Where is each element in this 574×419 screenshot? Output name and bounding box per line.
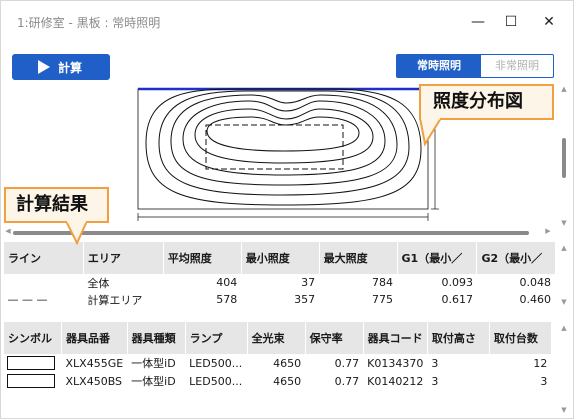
close-button[interactable]: ✕: [534, 9, 564, 35]
col-fixture-code[interactable]: 器具コード: [362, 322, 428, 354]
run-calculation-label: 計算: [58, 61, 83, 75]
fixture-code: K0140212: [367, 374, 424, 388]
scroll-down-icon[interactable]: ▼: [559, 406, 569, 414]
lamp-type: LED500...: [189, 374, 243, 388]
table-row[interactable]: XLX455GE 一体型iD LED500... 4650 0.77 K0134…: [4, 354, 552, 372]
minimize-button[interactable]: —: [463, 9, 493, 35]
lighting-mode-toggle: 常時照明 非常照明: [396, 54, 554, 78]
line-style: — — —: [7, 293, 48, 306]
area-name: 計算エリア: [87, 293, 143, 307]
map-vertical-scrollbar[interactable]: ▲ ▼: [557, 83, 571, 233]
fixture-count: 12: [533, 356, 548, 370]
maintenance-factor: 0.77: [334, 356, 360, 370]
fixture-symbol: [6, 374, 55, 388]
fixture-model: XLX450BS: [65, 374, 123, 388]
area-name: 全体: [87, 276, 110, 290]
symbol-cell: [4, 372, 62, 390]
maximize-button[interactable]: ☐: [496, 9, 526, 35]
col-model[interactable]: 器具品番: [61, 322, 128, 354]
min-illuminance: 357: [294, 293, 316, 306]
line-style: [4, 274, 84, 291]
scroll-right-icon[interactable]: ▶: [543, 227, 553, 235]
col-min-illuminance[interactable]: 最小照度: [240, 242, 320, 274]
lamp-type: LED500...: [189, 356, 243, 370]
fixture-code: K0134370: [367, 356, 424, 370]
g2-value: 0.048: [519, 276, 552, 289]
run-calculation-button[interactable]: 計算: [12, 54, 110, 80]
calculation-window: 1:研修室 - 黒板 : 常時照明 — ☐ ✕ 計算 常時照明 非常照明 ▲ ▼…: [0, 0, 574, 419]
g1-value: 0.093: [441, 276, 473, 289]
luminous-flux: 4650: [273, 374, 302, 388]
window-title: 1:研修室 - 黒板 : 常時照明: [17, 16, 161, 30]
max-illuminance: 784: [372, 276, 394, 289]
luminous-flux: 4650: [273, 356, 302, 370]
avg-illuminance: 578: [216, 293, 238, 306]
col-mount-height[interactable]: 取付高さ: [426, 322, 490, 354]
g2-value: 0.460: [519, 293, 552, 306]
avg-illuminance: 404: [216, 276, 238, 289]
play-icon: [38, 60, 50, 74]
col-kind[interactable]: 器具種類: [126, 322, 186, 354]
col-max-illuminance[interactable]: 最大照度: [318, 242, 398, 274]
fixture-count: 3: [540, 374, 548, 388]
fixture-header-row: シンボル 器具品番 器具種類 ランプ 全光束 保守率 器具コード 取付高さ 取付…: [3, 322, 552, 354]
results-callout-pointer: [65, 221, 89, 246]
col-count[interactable]: 取付台数: [488, 322, 552, 354]
fixture-symbol: [6, 356, 55, 370]
distribution-map-callout-pointer: [419, 118, 443, 147]
results-table-scrollbar[interactable]: ▲ ▼: [557, 242, 571, 308]
maintenance-factor: 0.77: [334, 374, 360, 388]
scroll-up-icon[interactable]: ▲: [559, 324, 569, 332]
map-vertical-scroll-thumb[interactable]: [562, 138, 566, 178]
table-row[interactable]: 全体 404 37 784 0.093 0.048: [4, 274, 556, 291]
fixture-table-scrollbar[interactable]: ▲ ▼: [557, 322, 571, 418]
results-callout: 計算結果: [4, 187, 109, 223]
mount-height: 3: [431, 374, 439, 388]
fixture-table: シンボル 器具品番 器具種類 ランプ 全光束 保守率 器具コード 取付高さ 取付…: [3, 322, 555, 418]
col-symbol[interactable]: シンボル: [3, 322, 62, 354]
col-g2[interactable]: G2（最小／: [476, 242, 555, 274]
fixture-kind: 一体型iD: [131, 375, 176, 388]
emergency-lighting-tab[interactable]: 非常照明: [481, 55, 553, 77]
mount-height: 3: [431, 356, 439, 370]
table-row[interactable]: — — — 計算エリア 578 357 775 0.617 0.460: [4, 291, 556, 308]
col-avg-illuminance[interactable]: 平均照度: [162, 242, 242, 274]
scroll-left-icon[interactable]: ◀: [3, 227, 13, 235]
fixture-model: XLX455GE: [65, 356, 124, 370]
fixture-kind: 一体型iD: [131, 357, 176, 370]
scroll-down-icon[interactable]: ▼: [559, 298, 569, 306]
title-bar: 1:研修室 - 黒板 : 常時照明 — ☐ ✕: [1, 1, 573, 43]
scroll-up-icon[interactable]: ▲: [559, 244, 569, 252]
col-area[interactable]: エリア: [82, 242, 164, 274]
table-row[interactable]: XLX450BS 一体型iD LED500... 4650 0.77 K0140…: [4, 372, 552, 390]
col-luminous-flux[interactable]: 全光束: [246, 322, 306, 354]
results-table: ライン エリア 平均照度 最小照度 最大照度 G1（最小／ G2（最小／ 全体 …: [3, 242, 555, 308]
symbol-cell: [4, 354, 62, 372]
g1-value: 0.617: [441, 293, 473, 306]
min-illuminance: 37: [301, 276, 316, 289]
col-maintenance-factor[interactable]: 保守率: [304, 322, 364, 354]
distribution-map-callout: 照度分布図: [419, 84, 554, 120]
max-illuminance: 775: [372, 293, 394, 306]
col-g1[interactable]: G1（最小／: [396, 242, 477, 274]
scroll-down-icon[interactable]: ▼: [559, 219, 569, 227]
scroll-up-icon[interactable]: ▲: [559, 85, 569, 93]
normal-lighting-tab[interactable]: 常時照明: [397, 55, 481, 77]
col-lamp[interactable]: ランプ: [184, 322, 248, 354]
